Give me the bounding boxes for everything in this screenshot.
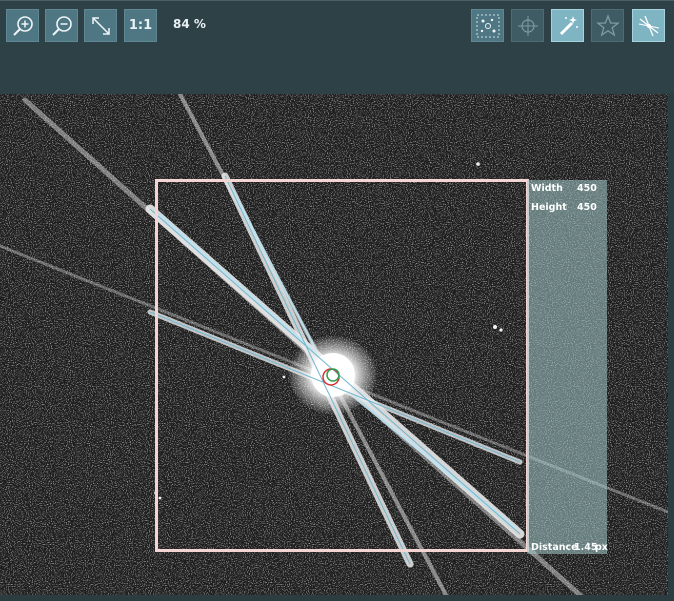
height-value: 450 — [577, 202, 597, 213]
distance-unit: px — [595, 542, 608, 553]
one-to-one-icon: 1:1 — [128, 18, 153, 33]
distance-label: Distance — [531, 542, 578, 553]
zoom-out-icon — [51, 15, 72, 36]
distance-value: 1.45 — [574, 542, 598, 553]
star-icon — [595, 13, 620, 37]
star-shape-button[interactable] — [591, 9, 624, 42]
actual-size-button[interactable]: 1:1 — [124, 9, 157, 42]
fit-to-window-button[interactable] — [84, 9, 117, 42]
star-field-icon — [476, 14, 499, 37]
star-detection-button[interactable] — [471, 9, 504, 42]
measurement-panel — [527, 180, 607, 554]
toolbar: 1:1 84 % — [0, 0, 674, 94]
zoom-in-button[interactable] — [6, 9, 39, 42]
crosshair-icon — [517, 15, 538, 36]
height-label: Height — [531, 202, 567, 213]
magic-wand-button[interactable] — [551, 9, 584, 42]
width-label: Width — [531, 183, 563, 194]
diffraction-spikes-button[interactable] — [632, 9, 665, 42]
window-bottom-edge — [0, 595, 674, 601]
diagonal-arrow-icon — [91, 16, 110, 35]
zoom-level: 84 % — [173, 17, 206, 31]
zoom-in-icon — [12, 15, 33, 36]
diffraction-spikes-icon — [638, 15, 659, 36]
image-viewport[interactable]: Width 450 Height 450 Distance 1.45 px — [0, 94, 668, 595]
crosshair-button[interactable] — [511, 9, 544, 42]
zoom-out-button[interactable] — [45, 9, 78, 42]
magic-wand-icon — [559, 15, 578, 35]
width-value: 450 — [577, 183, 597, 194]
window-right-edge — [668, 94, 674, 601]
